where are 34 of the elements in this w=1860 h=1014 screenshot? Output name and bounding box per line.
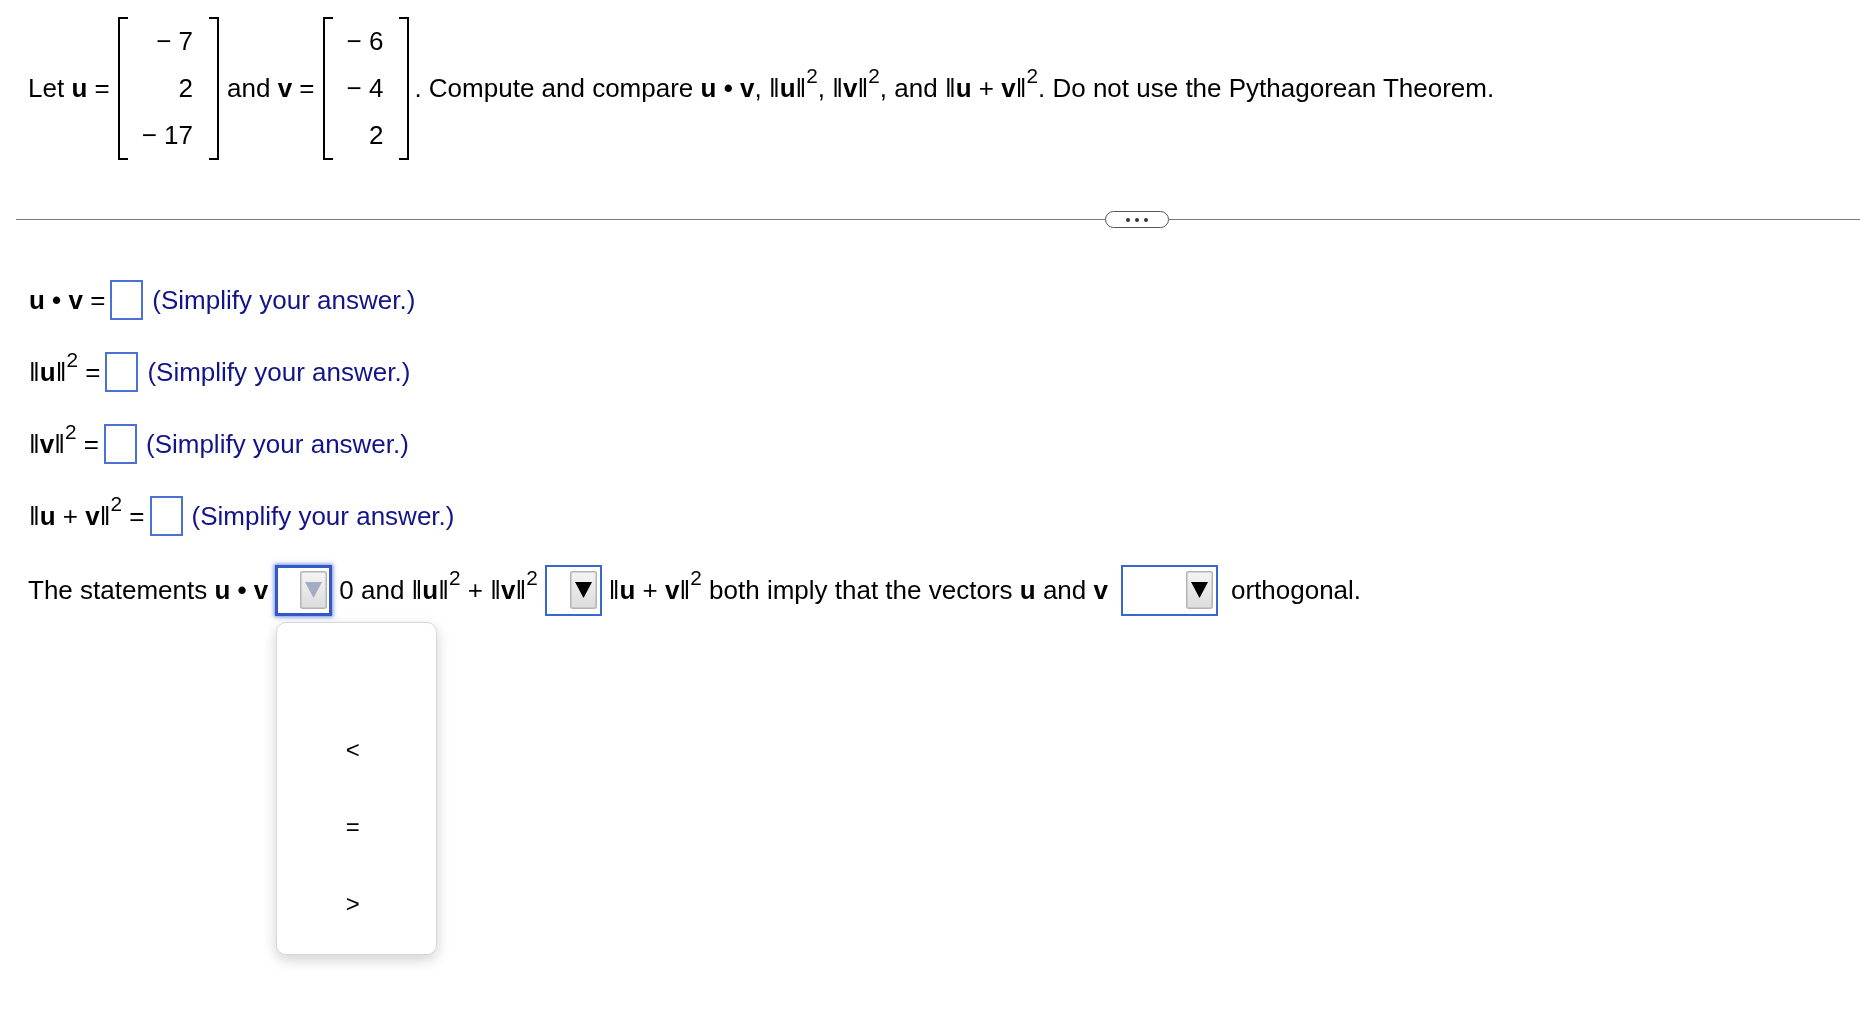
hint-text: (Simplify your answer.)	[152, 284, 416, 316]
problem-text: Let u =	[28, 73, 110, 104]
menu-option[interactable]: <	[277, 711, 437, 789]
answer-box[interactable]	[105, 352, 139, 392]
left-bracket-icon	[322, 17, 333, 160]
left-bracket-icon	[117, 17, 128, 160]
caret-icon	[1185, 571, 1213, 609]
statement-text: orthogonal.	[1230, 574, 1362, 606]
matrix-entry: − 6	[346, 26, 384, 57]
matrix-entry: − 4	[346, 73, 384, 104]
matrix-entry: − 7	[156, 26, 193, 57]
menu-option[interactable]: >	[277, 865, 437, 943]
matrix-entry: 2	[368, 120, 384, 151]
dropdown[interactable]	[1120, 564, 1218, 616]
menu-option[interactable]: =	[277, 788, 437, 866]
matrix-entry: − 17	[141, 120, 193, 151]
answer-box[interactable]	[110, 280, 144, 320]
answer-box[interactable]	[149, 496, 183, 536]
hint-text: (Simplify your answer.)	[147, 356, 411, 388]
caret-icon	[569, 571, 597, 609]
caret-icon	[300, 571, 328, 609]
hint-text: (Simplify your answer.)	[191, 500, 455, 532]
problem-text: and v =	[227, 73, 315, 104]
statement-text: The statements u • v	[28, 574, 269, 606]
right-bracket-icon	[399, 17, 410, 160]
right-bracket-icon	[209, 17, 219, 160]
answer-box[interactable]	[103, 424, 137, 464]
hint-text: (Simplify your answer.)	[145, 428, 409, 460]
dropdown[interactable]	[544, 564, 602, 616]
answer-label: u • v =	[29, 284, 106, 316]
more-button[interactable]	[1105, 211, 1169, 228]
dropdown[interactable]	[275, 564, 333, 616]
matrix-entry: 2	[178, 73, 193, 104]
ellipsis-icon	[1126, 217, 1148, 222]
